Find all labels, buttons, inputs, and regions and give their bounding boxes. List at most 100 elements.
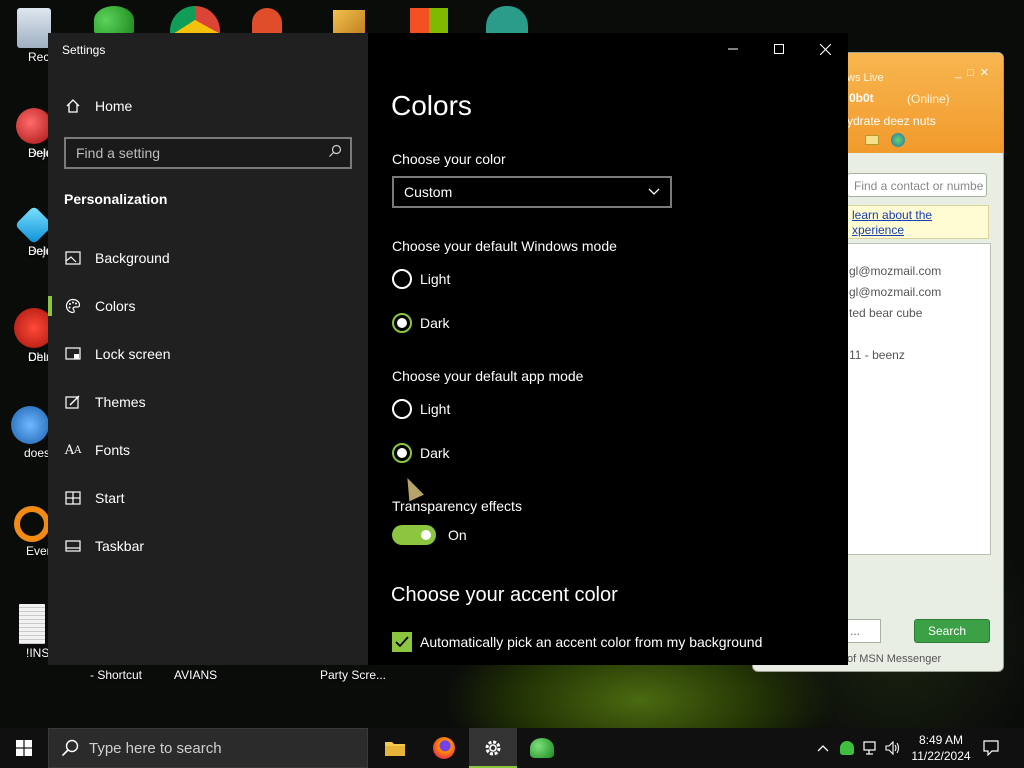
msn-personal-message[interactable]: ydrate deez nuts — [847, 114, 936, 128]
close-button[interactable] — [802, 33, 848, 65]
msn-contact-search[interactable]: Find a contact or numbe — [847, 173, 987, 197]
app-mode-label: Choose your default app mode — [392, 368, 584, 384]
app-icon[interactable] — [252, 8, 282, 34]
nav-start[interactable]: Start — [48, 478, 368, 518]
network-icon — [863, 741, 876, 755]
msn-contact[interactable]: gl@mozmail.com — [849, 264, 941, 278]
maximize-icon — [774, 44, 784, 54]
tray-msn-icon[interactable] — [838, 739, 856, 757]
msn-contact[interactable]: ted bear cube — [849, 306, 922, 320]
toggle-knob — [421, 530, 431, 540]
app-icon — [11, 406, 49, 444]
msn-status[interactable]: (Online) — [907, 92, 950, 106]
nav-background[interactable]: Background — [48, 238, 368, 278]
nav-themes[interactable]: Themes — [48, 382, 368, 422]
start-icon — [64, 489, 82, 507]
firefox-icon — [433, 737, 455, 759]
taskbar-firefox[interactable] — [420, 728, 468, 768]
taskbar-settings[interactable] — [469, 728, 517, 768]
windows-store-icon[interactable] — [410, 8, 448, 34]
clock-time: 8:49 AM — [918, 733, 964, 747]
windows-mode-dark-radio[interactable]: Dark — [392, 313, 450, 333]
choose-color-dropdown[interactable]: Custom — [392, 176, 672, 208]
msn-search-button[interactable]: Search — [914, 619, 990, 643]
settings-window: Settings Home Find a setting Personaliza… — [48, 33, 848, 665]
find-setting-input[interactable]: Find a setting — [64, 137, 352, 169]
msn-user-name[interactable]: 0b0t — [849, 91, 874, 105]
msn-contact[interactable]: gl@mozmail.com — [849, 285, 941, 299]
checkmark-icon — [395, 636, 409, 648]
app-mode-light-radio[interactable]: Light — [392, 399, 450, 419]
search-icon — [328, 144, 342, 163]
image-icon — [64, 249, 82, 267]
nav-fonts[interactable]: AA Fonts — [48, 430, 368, 470]
tray-volume-icon[interactable] — [884, 739, 902, 757]
themes-icon — [64, 393, 82, 411]
taskbar-search-box[interactable]: Type here to search — [48, 728, 368, 768]
auto-accent-checkbox[interactable]: Automatically pick an accent color from … — [392, 632, 762, 652]
transparency-toggle[interactable]: On — [392, 525, 467, 545]
window-controls — [710, 33, 848, 65]
msn-title: ws Live — [847, 72, 884, 84]
section-title: Personalization — [64, 191, 168, 207]
radio-circle[interactable] — [392, 443, 412, 463]
nav-home[interactable]: Home — [48, 86, 368, 126]
radio-circle[interactable] — [392, 269, 412, 289]
taskbar-clock[interactable]: 8:49 AM 11/22/2024 — [906, 732, 976, 764]
desktop-label-avians[interactable]: AVIANS — [174, 668, 217, 682]
msn-info-link[interactable]: learn about the xperience — [847, 205, 989, 239]
clock-date: 11/22/2024 — [911, 749, 971, 763]
recycle-bin-icon — [17, 8, 51, 48]
msn-mail-icon[interactable] — [865, 135, 879, 145]
home-icon — [64, 97, 82, 115]
toggle-track[interactable] — [392, 525, 436, 545]
bejeweled-icon — [16, 108, 52, 144]
msn-contact[interactable]: 11 - beenz — [849, 348, 905, 362]
app-mode-dark-radio[interactable]: Dark — [392, 443, 450, 463]
chrome-icon[interactable] — [170, 6, 220, 34]
chevron-down-icon — [648, 188, 660, 195]
tray-network-icon[interactable] — [862, 739, 880, 757]
fonts-icon: AA — [64, 442, 82, 458]
package-icon[interactable] — [333, 10, 365, 34]
page-title: Colors — [391, 90, 472, 121]
minimize-icon — [728, 48, 738, 50]
msn-bottom-input[interactable]: ... — [847, 619, 881, 643]
volume-icon — [885, 741, 900, 755]
window-title: Settings — [62, 43, 106, 57]
nav-colors[interactable]: Colors — [48, 286, 368, 326]
accent-color-title: Choose your accent color — [391, 584, 618, 606]
action-center-button[interactable] — [982, 739, 1000, 757]
nav-lock-screen[interactable]: Lock screen — [48, 334, 368, 374]
palette-icon — [64, 297, 82, 315]
taskbar-msn-messenger[interactable] — [518, 728, 566, 768]
show-hidden-icons-chevron[interactable] — [814, 739, 832, 757]
radio-circle[interactable] — [392, 399, 412, 419]
settings-sidebar: Settings Home Find a setting Personaliza… — [48, 33, 368, 665]
lock-screen-icon — [64, 345, 82, 363]
close-icon — [819, 43, 831, 55]
everything-search-icon — [14, 506, 50, 542]
msn-globe-icon[interactable] — [891, 133, 905, 147]
file-explorer-icon — [385, 742, 405, 756]
taskbar: Type here to search 8:49 AM 11/22/2024 — [0, 728, 1024, 768]
desktop-label-shortcut[interactable]: - Shortcut — [90, 668, 142, 682]
nav-taskbar[interactable]: Taskbar — [48, 526, 368, 566]
minimize-button[interactable] — [710, 33, 756, 65]
transparency-label: Transparency effects — [392, 498, 522, 514]
search-icon — [61, 739, 79, 757]
checkbox-box[interactable] — [392, 632, 412, 652]
windows-mode-label: Choose your default Windows mode — [392, 238, 617, 254]
windows-mode-light-radio[interactable]: Light — [392, 269, 450, 289]
character-icon[interactable] — [486, 6, 528, 34]
start-button[interactable] — [0, 728, 48, 768]
settings-content: Colors Choose your color Custom Choose y… — [368, 33, 848, 665]
document-icon — [19, 604, 45, 644]
taskbar-file-explorer[interactable] — [371, 728, 419, 768]
settings-icon — [485, 740, 501, 756]
msn-people-icon[interactable] — [94, 6, 134, 34]
maximize-button[interactable] — [756, 33, 802, 65]
msn-window-controls[interactable]: _□✕ — [955, 66, 995, 79]
desktop-label-party-screen[interactable]: Party Scre... — [320, 668, 386, 682]
radio-circle[interactable] — [392, 313, 412, 333]
